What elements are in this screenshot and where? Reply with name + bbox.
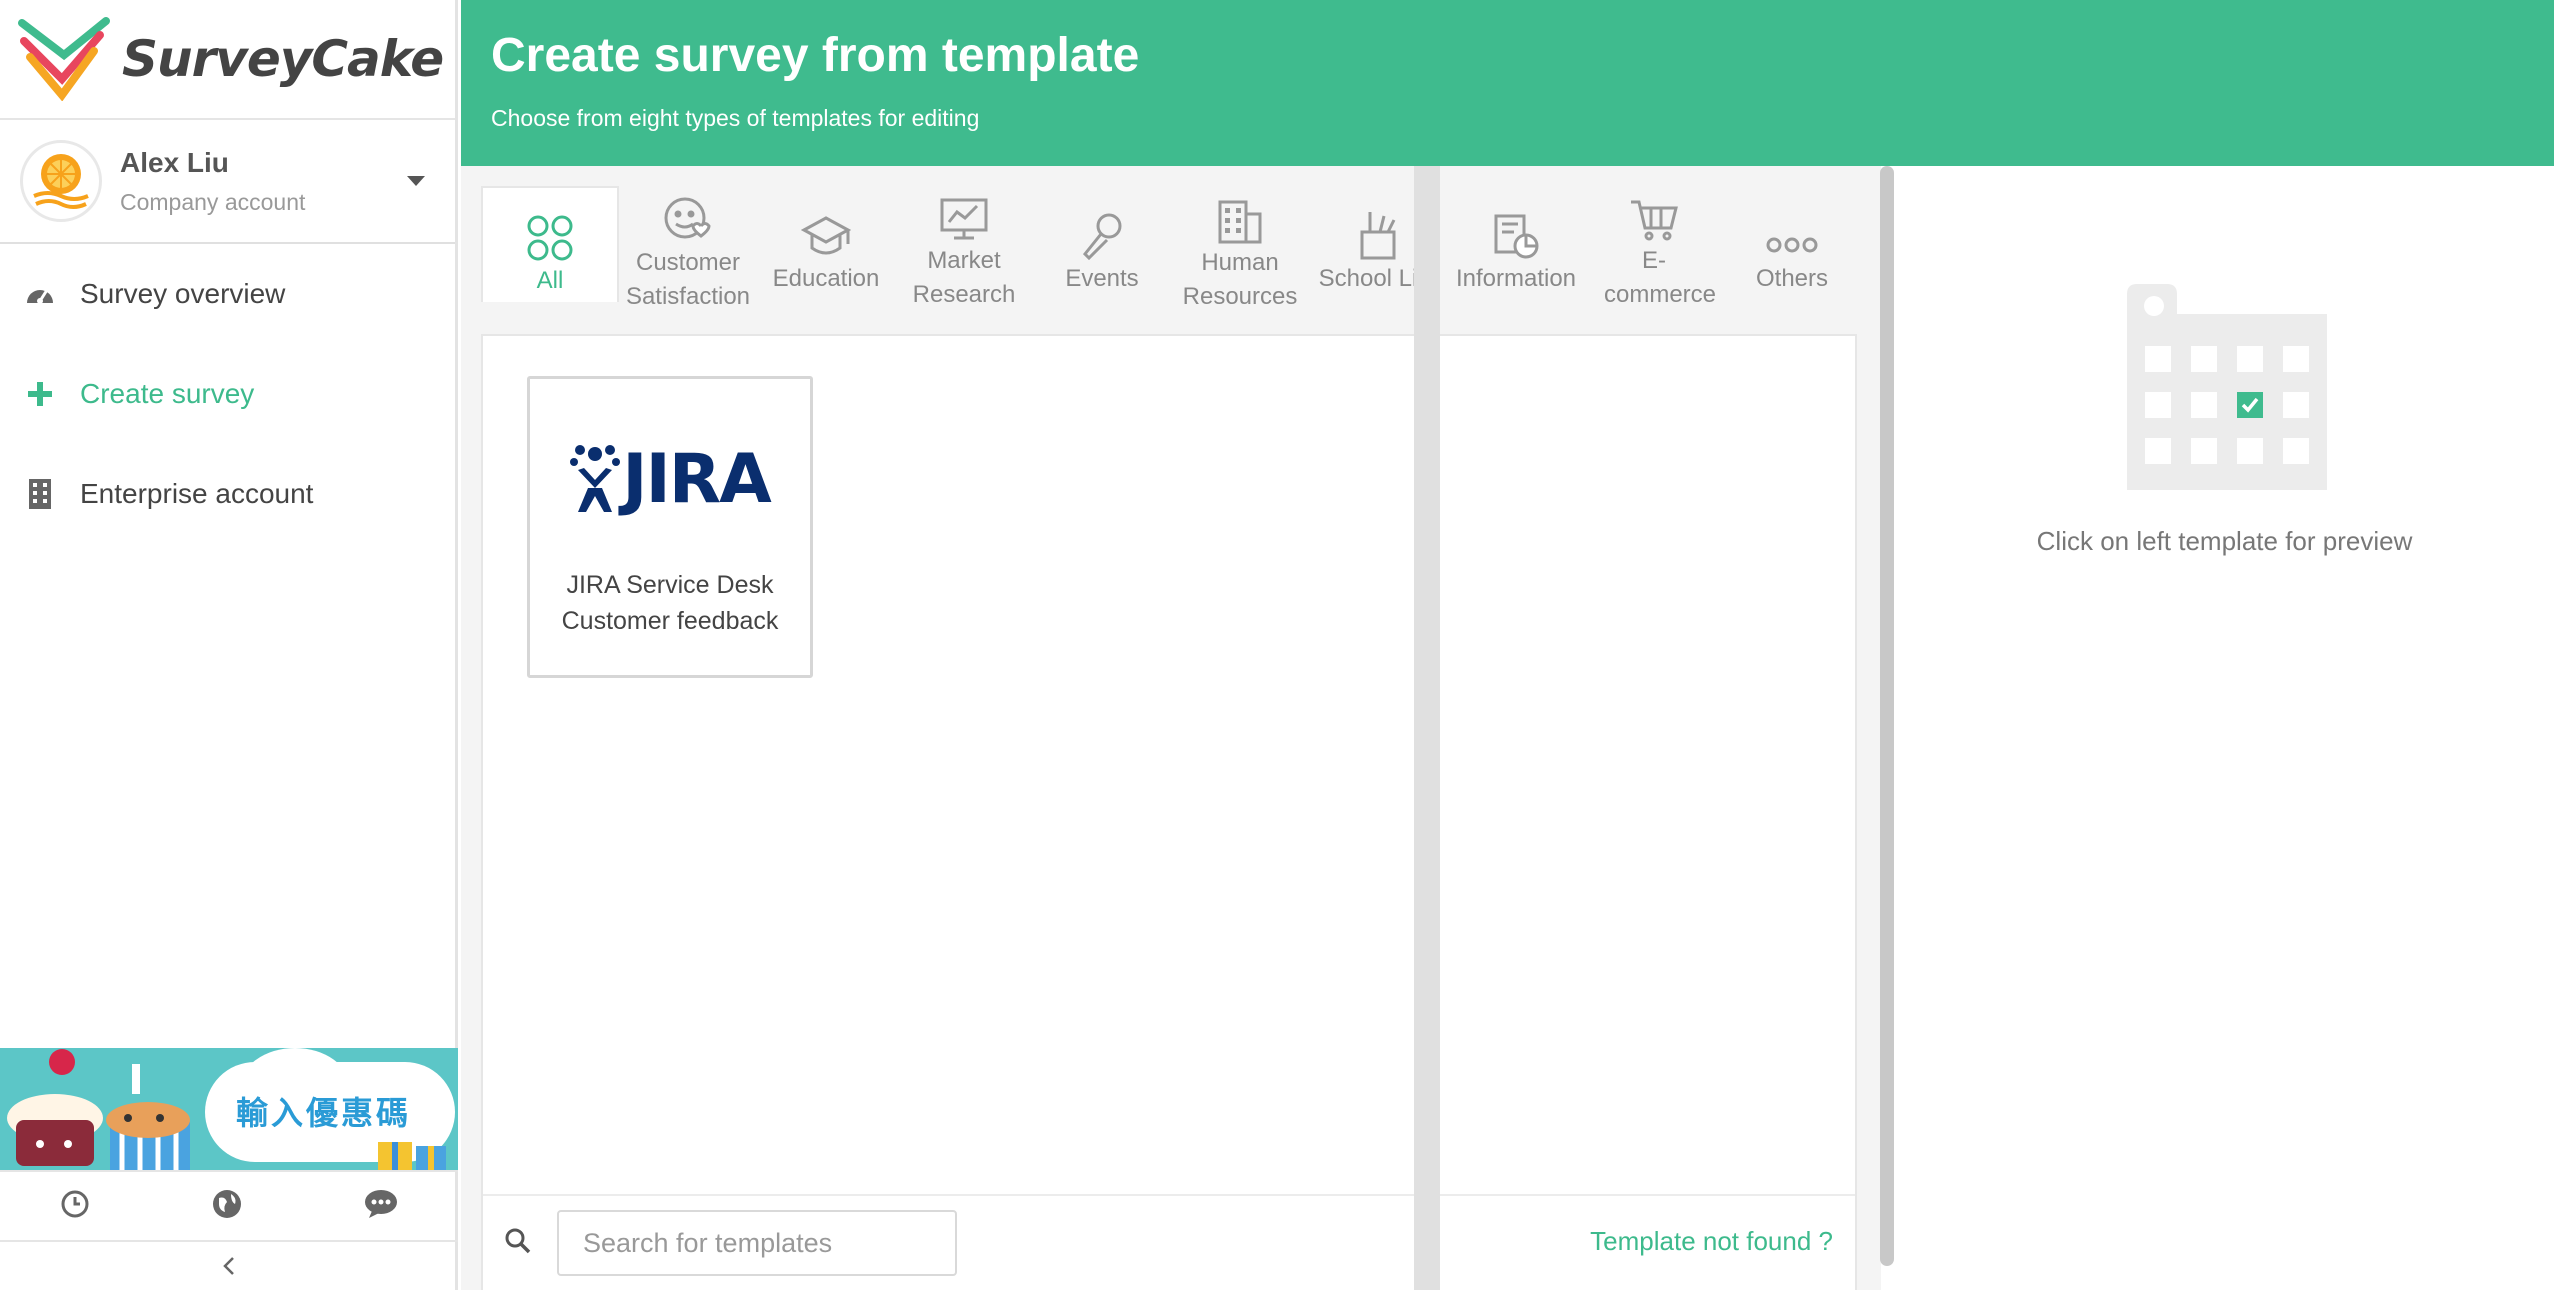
jira-logo: JIRA: [530, 439, 810, 519]
scrollbar-thumb[interactable]: [1880, 166, 1894, 1266]
tab-customer-satisfaction[interactable]: Customer Satisfaction: [619, 186, 757, 310]
nav-create-survey[interactable]: Create survey: [0, 344, 455, 444]
surveycake-logo-icon: [18, 17, 110, 101]
collapse-sidebar-button[interactable]: [0, 1242, 458, 1290]
tab-label: Human Resources: [1182, 249, 1298, 310]
template-not-found-link[interactable]: Template not found ?: [1590, 1226, 1833, 1257]
jira-figure-icon: [570, 445, 621, 512]
caret-down-icon[interactable]: [407, 176, 425, 186]
nav-label: Create survey: [80, 378, 255, 409]
tab-label: Others: [1755, 265, 1829, 292]
building-icon: [22, 479, 58, 509]
template-title: JIRA Service Desk Customer feedback: [530, 567, 810, 639]
tab-label: Education: [772, 265, 880, 292]
tab-label: All: [536, 267, 564, 294]
template-card[interactable]: JIRA JIRA Service Desk Customer feedback: [527, 376, 813, 678]
account-type: Company account: [120, 188, 306, 215]
scrollbar-track[interactable]: [1414, 166, 1440, 1290]
search-bar: Template not found ?: [483, 1194, 1855, 1290]
office-building-icon: [1216, 196, 1264, 244]
nav-enterprise-account[interactable]: Enterprise account: [0, 444, 455, 544]
account-switcher[interactable]: Alex Liu Company account: [0, 120, 455, 244]
promo-banner[interactable]: 輸入優惠碼: [0, 1048, 458, 1170]
tab-human-resources[interactable]: Human Resources: [1171, 186, 1309, 310]
sidebar: SurveyCake Alex Liu Company account Surv…: [0, 0, 458, 1290]
tab-all[interactable]: All: [481, 186, 619, 302]
search-input[interactable]: [557, 1210, 957, 1276]
microphone-icon: [1079, 196, 1125, 260]
orange-avatar-icon: [33, 154, 89, 209]
tab-label: Events: [1065, 265, 1139, 292]
preview-hint: Click on left template for preview: [2036, 526, 2413, 556]
plus-icon: [22, 382, 58, 406]
chart-monitor-icon: [939, 196, 989, 242]
gift-icon: [378, 1142, 446, 1170]
calendar-preview-icon: [2127, 284, 2327, 495]
jira-logo-text: JIRA: [622, 439, 772, 519]
globe-icon[interactable]: [211, 1188, 243, 1225]
app-name: SurveyCake: [122, 30, 444, 88]
dots-icon: [1766, 196, 1818, 260]
cupcake-illustration-icon: [7, 1049, 190, 1170]
pencil-cup-icon: [1356, 196, 1400, 260]
app-logo[interactable]: SurveyCake: [0, 0, 455, 120]
template-list-panel: JIRA JIRA Service Desk Customer feedback…: [481, 334, 1857, 1290]
tab-label: Information: [1455, 265, 1577, 292]
page-title: Create survey from template: [491, 29, 1140, 82]
tab-market-research[interactable]: Market Research: [895, 186, 1033, 308]
preview-panel: Click on left template for preview: [1895, 166, 2554, 1290]
tab-events[interactable]: Events: [1033, 186, 1171, 306]
history-icon[interactable]: [60, 1189, 90, 1224]
banner-text: 輸入優惠碼: [236, 1094, 412, 1132]
chat-icon[interactable]: [364, 1189, 398, 1224]
grid-icon: [526, 198, 574, 262]
graduation-cap-icon: [801, 196, 851, 260]
chevron-left-icon: [223, 1257, 234, 1275]
tab-information[interactable]: Information: [1447, 186, 1585, 306]
tab-label: E-commerce: [1604, 247, 1717, 308]
category-tabs: All Customer Satisfaction Education Mark…: [481, 186, 1861, 326]
template-title-line: Customer feedback: [561, 607, 779, 635]
nav-label: Survey overview: [80, 278, 286, 309]
template-title-line: JIRA Service Desk: [566, 571, 774, 599]
search-icon: [505, 1228, 531, 1259]
tab-label: Market Research: [912, 247, 1016, 308]
document-chart-icon: [1492, 196, 1540, 260]
avatar: [20, 140, 102, 222]
dashboard-icon: [22, 281, 58, 307]
tab-e-commerce[interactable]: E-commerce: [1585, 186, 1723, 308]
tab-education[interactable]: Education: [757, 186, 895, 306]
cart-icon: [1629, 196, 1679, 242]
template-browser: All Customer Satisfaction Education Mark…: [461, 166, 1881, 1290]
smile-heart-icon: [663, 196, 713, 244]
nav-label: Enterprise account: [80, 478, 314, 509]
page-header: Create survey from template Choose from …: [461, 0, 2554, 166]
tab-others[interactable]: Others: [1723, 186, 1861, 306]
account-name: Alex Liu: [120, 146, 229, 178]
tab-label: Customer Satisfaction: [625, 249, 751, 310]
nav-survey-overview[interactable]: Survey overview: [0, 244, 455, 344]
page-subtitle: Choose from eight types of templates for…: [491, 105, 980, 131]
sidebar-footer: [0, 1170, 458, 1242]
